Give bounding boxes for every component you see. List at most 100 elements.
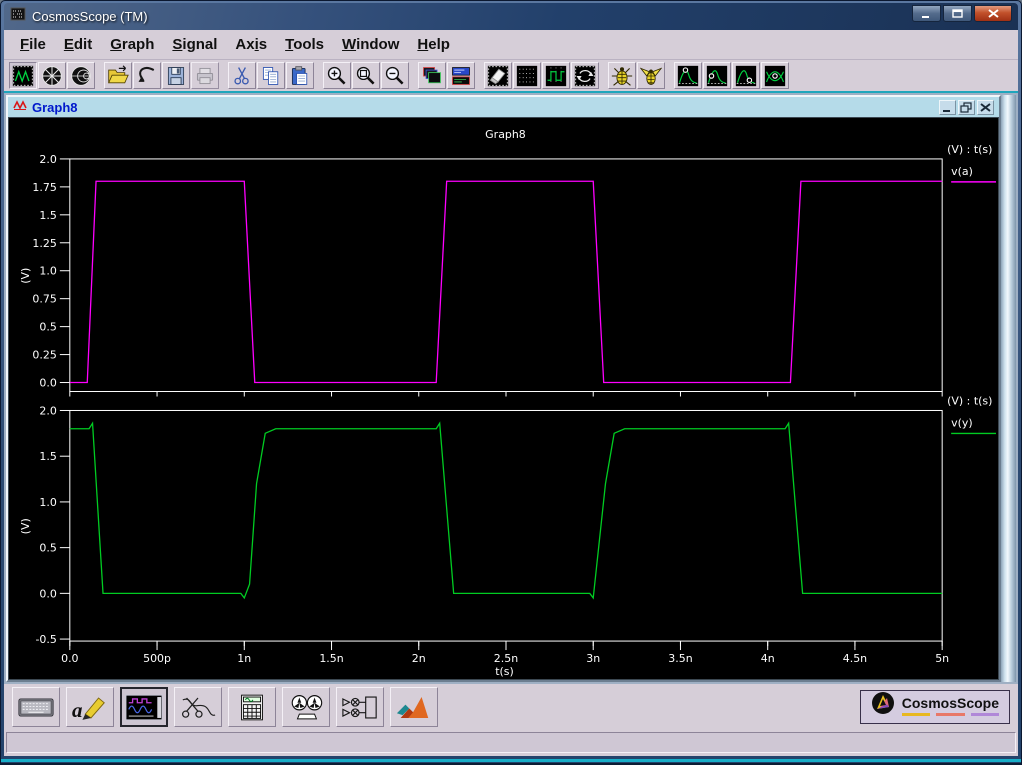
print-icon (194, 65, 216, 87)
svg-text:a: a (72, 698, 82, 721)
svg-text:2.5n: 2.5n (494, 652, 518, 665)
graph-minimize-button[interactable] (939, 100, 956, 115)
cut-button[interactable] (228, 62, 256, 89)
signal-trim-button[interactable] (174, 687, 222, 727)
trace-grid-button[interactable] (542, 62, 570, 89)
svg-text:3n: 3n (586, 652, 600, 665)
bug-add-icon (611, 65, 633, 87)
redraw-button[interactable] (571, 62, 599, 89)
toolbar-separator (600, 62, 607, 89)
measure-cross-icon (764, 65, 786, 87)
brand-underline (936, 713, 964, 716)
close-button[interactable] (974, 5, 1012, 22)
svg-text:2n: 2n (412, 652, 426, 665)
menu-bar: FileEditGraphSignalAxisToolsWindowHelp (4, 30, 1018, 60)
zoom-out-button[interactable] (381, 62, 409, 89)
waveform-viewer-button[interactable] (120, 687, 168, 727)
polar-plot-button[interactable] (38, 62, 66, 89)
menu-file[interactable]: File (11, 33, 55, 56)
menu-help[interactable]: Help (408, 33, 459, 56)
graph-window-controls (939, 100, 994, 115)
toolbar-separator (410, 62, 417, 89)
brand-underline (902, 713, 930, 716)
cascade-windows-button[interactable] (418, 62, 446, 89)
keyboard-button[interactable] (12, 687, 60, 727)
minimize-button[interactable] (912, 5, 941, 22)
graph-plot-area[interactable]: Graph82.01.751.51.251.00.750.50.250.0(V)… (9, 118, 998, 679)
copy-icon (260, 65, 282, 87)
plot-box (70, 410, 942, 641)
signal-trim-icon (179, 694, 217, 721)
trace-grid-icon (545, 65, 567, 87)
trace-v(a) (70, 181, 942, 382)
tile-windows-button[interactable] (447, 62, 475, 89)
copy-button[interactable] (257, 62, 285, 89)
maximize-button[interactable] (943, 5, 972, 22)
bug-add-button[interactable] (608, 62, 636, 89)
annotate-icon: a (71, 694, 109, 721)
erase-icon (487, 65, 509, 87)
svg-text:1.25: 1.25 (32, 237, 56, 250)
menu-graph[interactable]: Graph (101, 33, 163, 56)
zoom-in-icon (326, 65, 348, 87)
save-button[interactable] (162, 62, 190, 89)
svg-text:1.0: 1.0 (39, 496, 56, 509)
menu-edit[interactable]: Edit (55, 33, 101, 56)
grid-button[interactable] (513, 62, 541, 89)
graph-window-title: Graph8 (32, 100, 78, 115)
signal-flow-button[interactable] (336, 687, 384, 727)
graph-region-icon (12, 65, 34, 87)
measure-base-button[interactable] (732, 62, 760, 89)
cosmosscope-logo: CosmosScope (860, 690, 1010, 724)
measure-rise-button[interactable] (703, 62, 731, 89)
bug-wings-button[interactable] (637, 62, 665, 89)
tape-deck-button[interactable] (282, 687, 330, 727)
graph-window-titlebar[interactable]: Graph8 (8, 97, 999, 117)
calculator-button[interactable] (228, 687, 276, 727)
paste-button[interactable] (286, 62, 314, 89)
svg-text:0.0: 0.0 (61, 652, 78, 665)
calculator-icon (233, 694, 271, 721)
reload-button[interactable] (133, 62, 161, 89)
graph-region-button[interactable] (9, 62, 37, 89)
window-controls (912, 3, 1012, 22)
legend-signal-label: v(y) (951, 416, 973, 429)
logo-underlines (902, 713, 999, 716)
mdi-scrollbar[interactable] (1001, 95, 1016, 682)
svg-text:1n: 1n (237, 652, 251, 665)
svg-text:500p: 500p (143, 652, 171, 665)
cosmosscope-logo-icon (871, 691, 895, 720)
graph-restore-button[interactable] (958, 100, 975, 115)
trace-v(y) (70, 423, 942, 598)
matlab-button[interactable] (390, 687, 438, 727)
erase-button[interactable] (484, 62, 512, 89)
open-folder-button[interactable] (104, 62, 132, 89)
mdi-area: Graph8 Graph82.01.751.51.251.00.750.50.2… (4, 93, 1018, 684)
svg-text:3.5n: 3.5n (668, 652, 692, 665)
axis-pair-label: (V) : t(s) (947, 143, 992, 156)
print-button[interactable] (191, 62, 219, 89)
measure-peak-button[interactable] (674, 62, 702, 89)
window-title: CosmosScope (TM) (32, 9, 148, 24)
zoom-box-button[interactable] (352, 62, 380, 89)
cut-icon (231, 65, 253, 87)
y-axis-label: (V) (19, 268, 32, 284)
legend-signal-label: v(a) (951, 165, 973, 178)
grid-icon (516, 65, 538, 87)
menu-signal[interactable]: Signal (163, 33, 226, 56)
svg-text:1.5n: 1.5n (319, 652, 343, 665)
svg-text:1.5: 1.5 (39, 450, 56, 463)
zoom-box-icon (355, 65, 377, 87)
titlebar[interactable]: CosmosScope (TM) (4, 3, 1018, 30)
menu-tools[interactable]: Tools (276, 33, 333, 56)
smith-chart-button[interactable] (67, 62, 95, 89)
graph-close-button[interactable] (977, 100, 994, 115)
svg-text:1.0: 1.0 (39, 265, 56, 278)
annotate-button[interactable]: a (66, 687, 114, 727)
measure-cross-button[interactable] (761, 62, 789, 89)
menu-axis[interactable]: Axis (226, 33, 276, 56)
menu-window[interactable]: Window (333, 33, 408, 56)
tile-windows-icon (450, 65, 472, 87)
chart-title: Graph8 (485, 128, 526, 141)
zoom-in-button[interactable] (323, 62, 351, 89)
